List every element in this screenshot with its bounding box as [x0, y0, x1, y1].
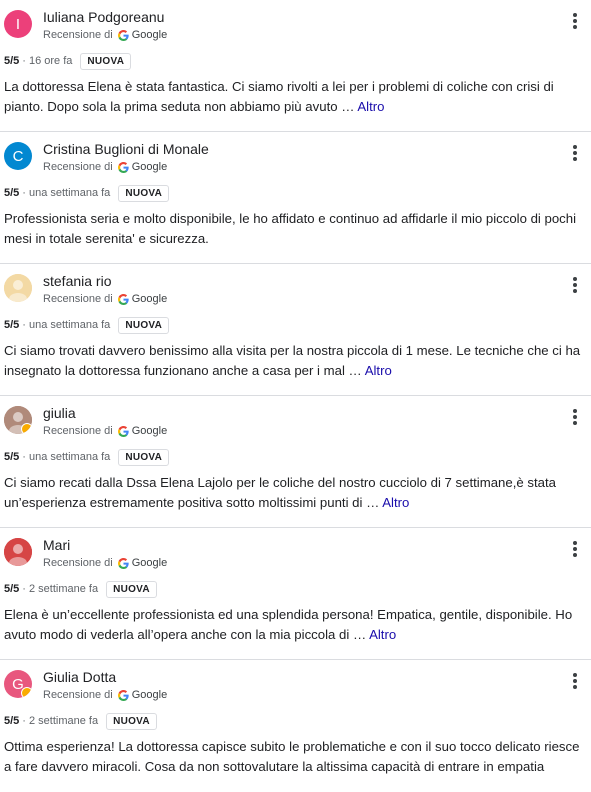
reviewer-name[interactable]: giulia: [43, 405, 76, 421]
review-item: Mari Recensione di Google 5/5 · 2 settimane f…: [0, 528, 591, 660]
review-item: giulia Recensione di Google 5/5 · una settima…: [0, 396, 591, 528]
review-meta: 5/5 · 2 settimane fa NUOVA: [4, 579, 157, 599]
rating-score: 5/5: [4, 583, 20, 595]
avatar[interactable]: I: [4, 10, 32, 38]
review-time: 2 settimane fa: [28, 583, 99, 595]
review-text: La dottoressa Elena è stata fantastica. …: [4, 77, 586, 117]
source-brand: Google: [131, 29, 168, 41]
new-badge: NUOVA: [118, 448, 170, 466]
rating-score: 5/5: [4, 319, 20, 331]
review-item: I Iuliana Podgoreanu Recensione di Google 5/…: [0, 0, 591, 132]
read-more-link[interactable]: Altro: [369, 627, 396, 642]
review-source: Recensione di Google: [43, 689, 167, 701]
more-options-icon[interactable]: [567, 274, 583, 296]
read-more-link[interactable]: Altro: [365, 363, 392, 378]
rating-score: 5/5: [4, 187, 20, 199]
review-item: C Cristina Buglioni di Monale Recensione d…: [0, 132, 591, 264]
profile-photo-icon: [4, 538, 32, 566]
review-body: Ottima esperienza! La dottoressa capisce…: [4, 739, 580, 774]
review-time: 2 settimane fa: [28, 715, 99, 727]
source-label: Recensione di: [43, 161, 113, 173]
review-body: Ci siamo recati dalla Dssa Elena Lajolo …: [4, 475, 556, 510]
review-text: Professionista seria e molto disponibile…: [4, 209, 586, 249]
review-meta: 5/5 · 2 settimane fa NUOVA: [4, 711, 157, 731]
more-options-icon[interactable]: [567, 538, 583, 560]
new-badge: NUOVA: [106, 712, 157, 730]
source-label: Recensione di: [43, 29, 113, 41]
review-body: Professionista seria e molto disponibile…: [4, 211, 577, 246]
rating-score: 5/5: [4, 451, 20, 463]
reviews-list: I Iuliana Podgoreanu Recensione di Google 5/…: [0, 0, 591, 792]
source-label: Recensione di: [43, 689, 113, 701]
read-more-link[interactable]: Altro: [357, 99, 384, 114]
profile-photo-icon: [4, 274, 32, 302]
review-time: 16 ore fa: [28, 55, 73, 67]
more-options-icon[interactable]: [567, 142, 583, 164]
review-meta: 5/5 · una settimana fa NUOVA: [4, 315, 170, 335]
review-source: Recensione di Google: [43, 557, 167, 569]
source-brand: Google: [131, 293, 168, 305]
reviewer-name[interactable]: Cristina Buglioni di Monale: [43, 141, 209, 157]
review-text: Ottima esperienza! La dottoressa capisce…: [4, 737, 586, 777]
source-brand: Google: [131, 161, 168, 173]
avatar[interactable]: [4, 406, 32, 434]
new-badge: NUOVA: [118, 184, 170, 202]
avatar[interactable]: G: [4, 670, 32, 698]
review-time: una settimana fa: [28, 187, 111, 199]
local-guide-badge-icon: [21, 423, 32, 434]
review-source: Recensione di Google: [43, 293, 167, 305]
review-meta: 5/5 · una settimana fa NUOVA: [4, 447, 170, 467]
review-meta: 5/5 · una settimana fa NUOVA: [4, 183, 170, 203]
avatar-letter: C: [12, 147, 24, 165]
read-more-link[interactable]: Altro: [382, 495, 409, 510]
source-brand: Google: [131, 689, 168, 701]
source-brand: Google: [131, 425, 168, 437]
reviewer-name[interactable]: stefania rio: [43, 273, 111, 289]
local-guide-badge-icon: [21, 687, 32, 698]
rating-score: 5/5: [4, 55, 20, 67]
source-label: Recensione di: [43, 557, 113, 569]
avatar[interactable]: [4, 274, 32, 302]
reviewer-name[interactable]: Iuliana Podgoreanu: [43, 9, 164, 25]
review-item: stefania rio Recensione di Google 5/5 · una s…: [0, 264, 591, 396]
review-text: Elena è un’eccellente professionista ed …: [4, 605, 586, 645]
more-options-icon[interactable]: [567, 670, 583, 692]
reviewer-name[interactable]: Giulia Dotta: [43, 669, 116, 685]
google-g-icon: [117, 557, 129, 569]
avatar[interactable]: [4, 538, 32, 566]
review-item: G Giulia Dotta Recensione di Google 5/5 · 2 se…: [0, 660, 591, 792]
new-badge: NUOVA: [118, 316, 170, 334]
reviewer-name[interactable]: Mari: [43, 537, 70, 553]
review-time: una settimana fa: [28, 319, 111, 331]
new-badge: NUOVA: [80, 52, 132, 70]
avatar-letter: I: [15, 15, 21, 33]
review-body: Ci siamo trovati davvero benissimo alla …: [4, 343, 581, 378]
source-label: Recensione di: [43, 425, 113, 437]
review-body: Elena è un’eccellente professionista ed …: [4, 607, 573, 642]
more-options-icon[interactable]: [567, 10, 583, 32]
review-meta: 5/5 · 16 ore fa NUOVA: [4, 51, 132, 71]
review-source: Recensione di Google: [43, 29, 167, 41]
review-text: Ci siamo trovati davvero benissimo alla …: [4, 341, 586, 381]
more-options-icon[interactable]: [567, 406, 583, 428]
google-g-icon: [117, 293, 129, 305]
source-brand: Google: [131, 557, 168, 569]
review-text: Ci siamo recati dalla Dssa Elena Lajolo …: [4, 473, 586, 513]
google-g-icon: [117, 161, 129, 173]
google-g-icon: [117, 29, 129, 41]
rating-score: 5/5: [4, 715, 20, 727]
source-label: Recensione di: [43, 293, 113, 305]
review-body: La dottoressa Elena è stata fantastica. …: [4, 79, 554, 114]
review-time: una settimana fa: [28, 451, 111, 463]
review-source: Recensione di Google: [43, 161, 167, 173]
avatar[interactable]: C: [4, 142, 32, 170]
new-badge: NUOVA: [106, 580, 157, 598]
google-g-icon: [117, 689, 129, 701]
review-source: Recensione di Google: [43, 425, 167, 437]
google-g-icon: [117, 425, 129, 437]
